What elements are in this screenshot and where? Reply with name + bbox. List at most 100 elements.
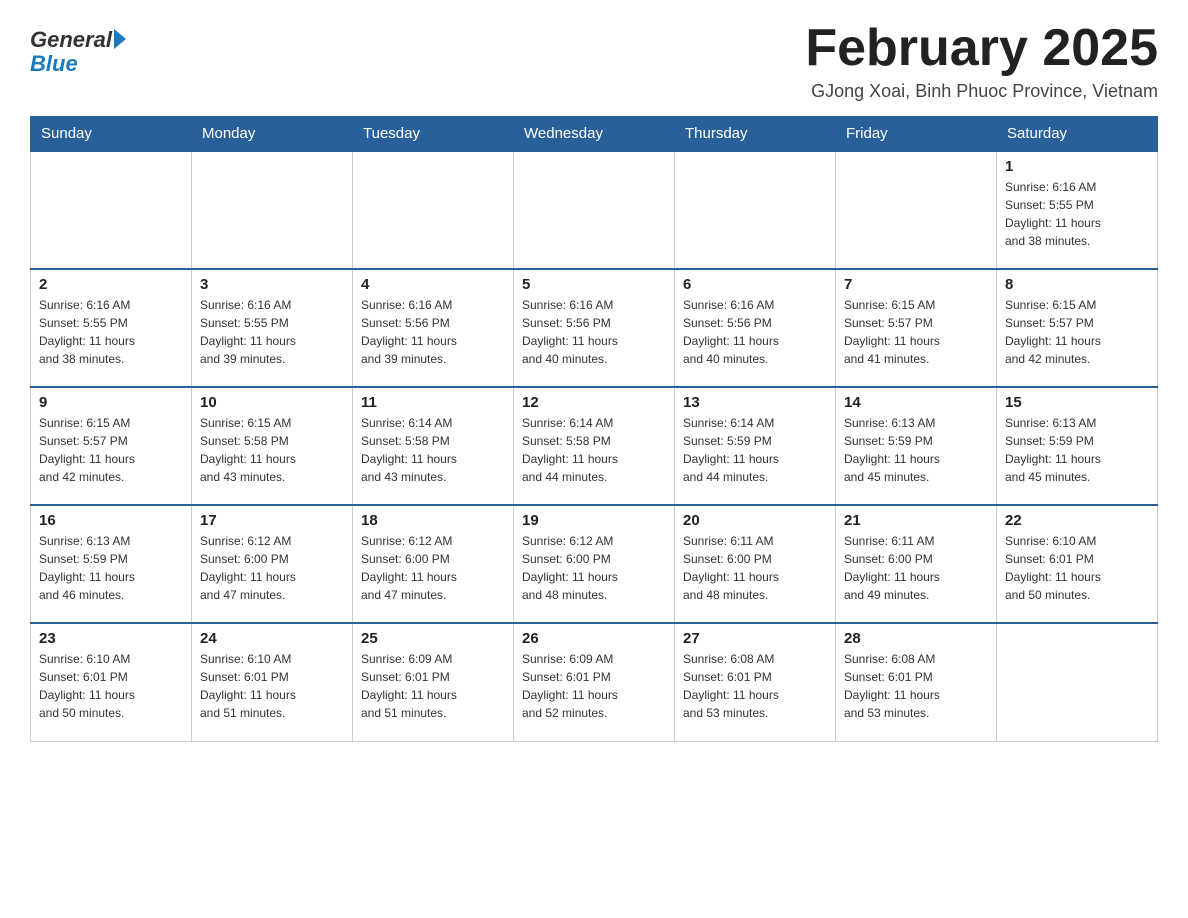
month-year-title: February 2025 bbox=[805, 20, 1158, 77]
logo: General Blue bbox=[30, 20, 126, 76]
week-row-3: 9 Sunrise: 6:15 AMSunset: 5:57 PMDaylight… bbox=[31, 387, 1158, 505]
week-row-2: 2 Sunrise: 6:16 AMSunset: 5:55 PMDaylight… bbox=[31, 269, 1158, 387]
day-cell: 10Sunrise: 6:15 AMSunset: 5:58 PMDayligh… bbox=[192, 387, 353, 505]
day-cell: 25 Sunrise: 6:09 AMSunset: 6:01 PMDayligh… bbox=[353, 623, 514, 741]
day-cell: 20 Sunrise: 6:11 AMSunset: 6:00 PMDayligh… bbox=[675, 505, 836, 623]
day-header-wednesday: Wednesday bbox=[514, 117, 675, 152]
day-number: 20 bbox=[683, 512, 827, 529]
day-number: 1 bbox=[1005, 158, 1149, 175]
day-detail: Sunrise: 6:15 AMSunset: 5:57 PMDaylight:… bbox=[844, 296, 988, 368]
day-header-saturday: Saturday bbox=[997, 117, 1158, 152]
day-header-friday: Friday bbox=[836, 117, 997, 152]
day-detail: Sunrise: 6:15 AMSunset: 5:58 PMDaylight:… bbox=[200, 414, 344, 486]
day-detail: Sunrise: 6:09 AMSunset: 6:01 PMDaylight:… bbox=[361, 650, 505, 722]
logo-general-text: General bbox=[30, 28, 112, 52]
day-number: 13 bbox=[683, 394, 827, 411]
day-cell: 21 Sunrise: 6:11 AMSunset: 6:00 PMDayligh… bbox=[836, 505, 997, 623]
day-number: 22 bbox=[1005, 512, 1149, 529]
day-cell bbox=[31, 151, 192, 269]
day-cell: 3 Sunrise: 6:16 AMSunset: 5:55 PMDaylight… bbox=[192, 269, 353, 387]
day-cell: 24 Sunrise: 6:10 AMSunset: 6:01 PMDayligh… bbox=[192, 623, 353, 741]
day-number: 23 bbox=[39, 630, 183, 647]
day-detail: Sunrise: 6:13 AMSunset: 5:59 PMDaylight:… bbox=[39, 532, 183, 604]
day-cell: 27Sunrise: 6:08 AMSunset: 6:01 PMDayligh… bbox=[675, 623, 836, 741]
day-header-sunday: Sunday bbox=[31, 117, 192, 152]
day-detail: Sunrise: 6:16 AMSunset: 5:55 PMDaylight:… bbox=[39, 296, 183, 368]
location-text: GJong Xoai, Binh Phuoc Province, Vietnam bbox=[805, 81, 1158, 102]
day-number: 5 bbox=[522, 276, 666, 293]
day-detail: Sunrise: 6:13 AMSunset: 5:59 PMDaylight:… bbox=[844, 414, 988, 486]
day-cell: 4 Sunrise: 6:16 AMSunset: 5:56 PMDaylight… bbox=[353, 269, 514, 387]
day-number: 4 bbox=[361, 276, 505, 293]
day-detail: Sunrise: 6:14 AMSunset: 5:59 PMDaylight:… bbox=[683, 414, 827, 486]
day-number: 3 bbox=[200, 276, 344, 293]
day-header-tuesday: Tuesday bbox=[353, 117, 514, 152]
day-detail: Sunrise: 6:14 AMSunset: 5:58 PMDaylight:… bbox=[522, 414, 666, 486]
logo-arrow-icon bbox=[114, 29, 126, 49]
day-cell: 26Sunrise: 6:09 AMSunset: 6:01 PMDayligh… bbox=[514, 623, 675, 741]
day-number: 18 bbox=[361, 512, 505, 529]
day-number: 6 bbox=[683, 276, 827, 293]
day-cell: 14Sunrise: 6:13 AMSunset: 5:59 PMDayligh… bbox=[836, 387, 997, 505]
day-number: 28 bbox=[844, 630, 988, 647]
title-block: February 2025 GJong Xoai, Binh Phuoc Pro… bbox=[805, 20, 1158, 102]
day-cell: 6 Sunrise: 6:16 AMSunset: 5:56 PMDaylight… bbox=[675, 269, 836, 387]
day-detail: Sunrise: 6:16 AMSunset: 5:56 PMDaylight:… bbox=[361, 296, 505, 368]
day-cell bbox=[997, 623, 1158, 741]
day-detail: Sunrise: 6:16 AMSunset: 5:55 PMDaylight:… bbox=[200, 296, 344, 368]
day-cell: 22 Sunrise: 6:10 AMSunset: 6:01 PMDayligh… bbox=[997, 505, 1158, 623]
day-cell bbox=[675, 151, 836, 269]
day-cell: 12 Sunrise: 6:14 AMSunset: 5:58 PMDayligh… bbox=[514, 387, 675, 505]
day-number: 19 bbox=[522, 512, 666, 529]
day-cell: 5 Sunrise: 6:16 AMSunset: 5:56 PMDaylight… bbox=[514, 269, 675, 387]
day-detail: Sunrise: 6:16 AMSunset: 5:56 PMDaylight:… bbox=[522, 296, 666, 368]
day-header-monday: Monday bbox=[192, 117, 353, 152]
header-row: SundayMondayTuesdayWednesdayThursdayFrid… bbox=[31, 117, 1158, 152]
day-detail: Sunrise: 6:11 AMSunset: 6:00 PMDaylight:… bbox=[683, 532, 827, 604]
day-detail: Sunrise: 6:10 AMSunset: 6:01 PMDaylight:… bbox=[39, 650, 183, 722]
day-cell: 11 Sunrise: 6:14 AMSunset: 5:58 PMDayligh… bbox=[353, 387, 514, 505]
day-number: 17 bbox=[200, 512, 344, 529]
day-cell: 8 Sunrise: 6:15 AMSunset: 5:57 PMDaylight… bbox=[997, 269, 1158, 387]
day-detail: Sunrise: 6:12 AMSunset: 6:00 PMDaylight:… bbox=[200, 532, 344, 604]
day-number: 24 bbox=[200, 630, 344, 647]
day-cell: 19 Sunrise: 6:12 AMSunset: 6:00 PMDayligh… bbox=[514, 505, 675, 623]
day-cell bbox=[353, 151, 514, 269]
day-cell bbox=[836, 151, 997, 269]
day-detail: Sunrise: 6:14 AMSunset: 5:58 PMDaylight:… bbox=[361, 414, 505, 486]
day-detail: Sunrise: 6:08 AMSunset: 6:01 PMDaylight:… bbox=[844, 650, 988, 722]
day-cell: 2 Sunrise: 6:16 AMSunset: 5:55 PMDaylight… bbox=[31, 269, 192, 387]
day-number: 12 bbox=[522, 394, 666, 411]
day-cell: 23 Sunrise: 6:10 AMSunset: 6:01 PMDayligh… bbox=[31, 623, 192, 741]
day-detail: Sunrise: 6:11 AMSunset: 6:00 PMDaylight:… bbox=[844, 532, 988, 604]
logo-blue-text: Blue bbox=[30, 52, 78, 76]
day-number: 9 bbox=[39, 394, 183, 411]
day-cell bbox=[514, 151, 675, 269]
day-detail: Sunrise: 6:15 AMSunset: 5:57 PMDaylight:… bbox=[39, 414, 183, 486]
day-number: 25 bbox=[361, 630, 505, 647]
day-cell: 9 Sunrise: 6:15 AMSunset: 5:57 PMDaylight… bbox=[31, 387, 192, 505]
day-detail: Sunrise: 6:10 AMSunset: 6:01 PMDaylight:… bbox=[200, 650, 344, 722]
day-number: 21 bbox=[844, 512, 988, 529]
day-number: 16 bbox=[39, 512, 183, 529]
day-detail: Sunrise: 6:10 AMSunset: 6:01 PMDaylight:… bbox=[1005, 532, 1149, 604]
day-number: 26 bbox=[522, 630, 666, 647]
day-detail: Sunrise: 6:16 AMSunset: 5:56 PMDaylight:… bbox=[683, 296, 827, 368]
day-cell: 7Sunrise: 6:15 AMSunset: 5:57 PMDaylight… bbox=[836, 269, 997, 387]
calendar-table: SundayMondayTuesdayWednesdayThursdayFrid… bbox=[30, 116, 1158, 742]
week-row-1: 1 Sunrise: 6:16 AMSunset: 5:55 PMDaylight… bbox=[31, 151, 1158, 269]
day-cell bbox=[192, 151, 353, 269]
day-detail: Sunrise: 6:15 AMSunset: 5:57 PMDaylight:… bbox=[1005, 296, 1149, 368]
day-number: 8 bbox=[1005, 276, 1149, 293]
day-cell: 1 Sunrise: 6:16 AMSunset: 5:55 PMDaylight… bbox=[997, 151, 1158, 269]
day-number: 2 bbox=[39, 276, 183, 293]
day-cell: 18Sunrise: 6:12 AMSunset: 6:00 PMDayligh… bbox=[353, 505, 514, 623]
day-header-thursday: Thursday bbox=[675, 117, 836, 152]
day-detail: Sunrise: 6:16 AMSunset: 5:55 PMDaylight:… bbox=[1005, 178, 1149, 250]
day-detail: Sunrise: 6:12 AMSunset: 6:00 PMDaylight:… bbox=[522, 532, 666, 604]
day-number: 27 bbox=[683, 630, 827, 647]
day-number: 11 bbox=[361, 394, 505, 411]
day-number: 15 bbox=[1005, 394, 1149, 411]
day-cell: 16 Sunrise: 6:13 AMSunset: 5:59 PMDayligh… bbox=[31, 505, 192, 623]
day-cell: 15Sunrise: 6:13 AMSunset: 5:59 PMDayligh… bbox=[997, 387, 1158, 505]
